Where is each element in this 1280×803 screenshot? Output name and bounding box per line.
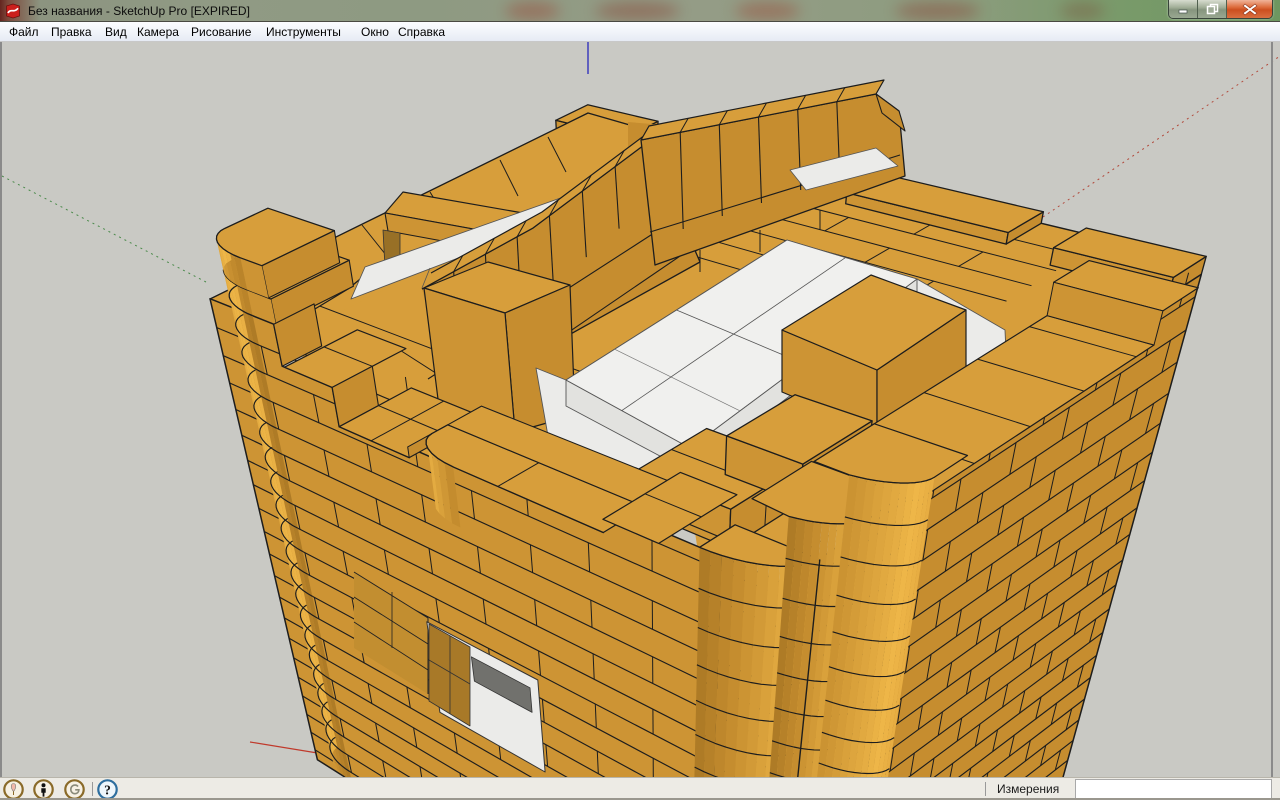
svg-text:?: ? [104,783,111,798]
